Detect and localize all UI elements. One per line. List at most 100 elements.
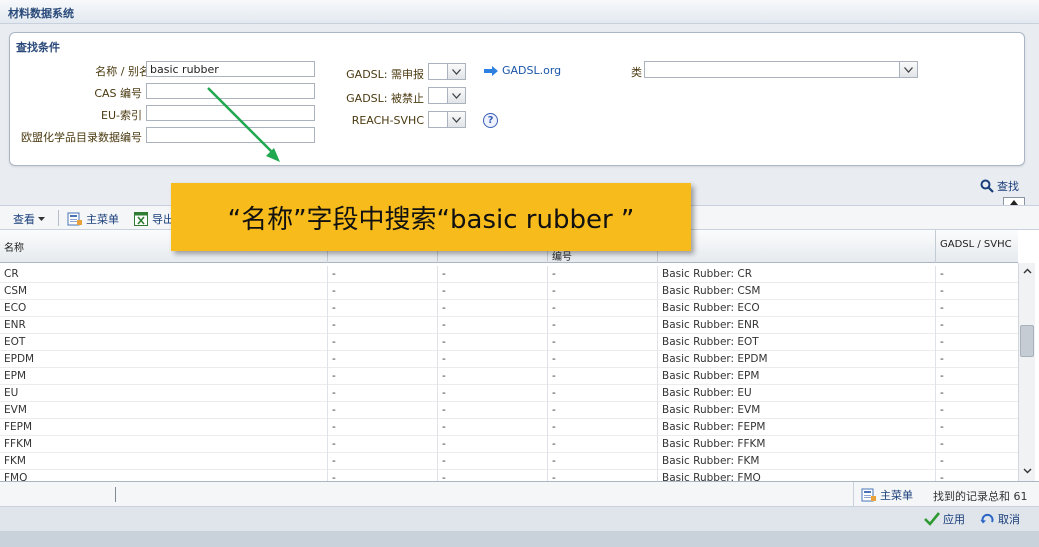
table-row[interactable]: FKM - - - Basic Rubber: FKM - (0, 453, 1018, 470)
grid-scrollbar[interactable] (1018, 263, 1035, 481)
gadsl-declarable-label: GADSL: 需申报 (346, 68, 424, 81)
table-cell: Basic Rubber: CR (658, 266, 936, 283)
table-cell: - (548, 317, 658, 334)
table-row[interactable]: EPM - - - Basic Rubber: EPM - (0, 368, 1018, 385)
table-cell: - (438, 385, 548, 402)
toolbar-divider (58, 210, 59, 226)
table-cell: Basic Rubber: EPDM (658, 351, 936, 368)
gadsl-declarable-select[interactable] (428, 63, 466, 80)
status-main-menu-label: 主菜单 (880, 489, 913, 502)
table-cell: - (328, 385, 438, 402)
window-bottom-strip (0, 531, 1039, 547)
undo-icon (980, 513, 994, 524)
table-row[interactable]: CSM - - - Basic Rubber: CSM - (0, 283, 1018, 300)
help-icon[interactable]: ? (483, 113, 498, 128)
search-panel: 查找条件 名称 / 别名 CAS 编号 EU-索引 欧盟化学品目录数据编号 GA… (9, 32, 1025, 166)
table-cell: CSM (0, 283, 328, 300)
table-row[interactable]: CR - - - Basic Rubber: CR - (0, 266, 1018, 283)
table-cell: - (548, 334, 658, 351)
table-row[interactable]: ECO - - - Basic Rubber: ECO - (0, 300, 1018, 317)
table-cell: FKM (0, 453, 328, 470)
table-row[interactable]: EVM - - - Basic Rubber: EVM - (0, 402, 1018, 419)
apply-button[interactable]: 应用 (924, 511, 965, 527)
table-row[interactable]: FFKM - - - Basic Rubber: FFKM - (0, 436, 1018, 453)
main-menu-label: 主菜单 (86, 213, 119, 226)
table-cell: - (548, 385, 658, 402)
table-cell: - (940, 319, 944, 331)
eu-index-label: EU-索引 (101, 109, 142, 122)
category-select[interactable] (644, 61, 918, 78)
chevron-down-icon (899, 62, 917, 77)
export-button[interactable]: 导出 (134, 211, 174, 227)
column-header-5[interactable] (658, 230, 936, 263)
table-cell: EPDM (0, 351, 328, 368)
table-row[interactable]: FMQ - - - Basic Rubber: FMQ - (0, 470, 1018, 482)
table-row[interactable]: EPDM - - - Basic Rubber: EPDM - (0, 351, 1018, 368)
table-cell: - (940, 438, 944, 450)
table-cell: EOT (0, 334, 328, 351)
scrollbar-thumb[interactable] (1020, 325, 1034, 357)
table-cell: - (328, 317, 438, 334)
table-cell: - (328, 351, 438, 368)
table-cell: CR (0, 266, 328, 283)
table-cell: - (438, 419, 548, 436)
table-cell: - (940, 268, 944, 280)
view-menu-label: 查看 (13, 213, 35, 226)
status-bar: 主菜单 找到的记录总和 61 (0, 482, 1039, 507)
table-row[interactable]: FEPM - - - Basic Rubber: FEPM - (0, 419, 1018, 436)
table-cell: - (548, 266, 658, 283)
table-cell: - (548, 283, 658, 300)
cancel-label: 取消 (998, 513, 1020, 526)
record-count-label: 找到的记录总和 (933, 490, 1010, 503)
table-cell: - (328, 436, 438, 453)
cas-number-label: CAS 编号 (94, 87, 142, 100)
main-menu-button[interactable]: 主菜单 (67, 211, 119, 227)
table-cell: - (328, 283, 438, 300)
table-cell: - (548, 402, 658, 419)
dialog-footer: 应用 取消 (0, 507, 1039, 531)
scroll-up-icon[interactable] (1023, 267, 1032, 276)
reach-svhc-select[interactable] (428, 111, 466, 128)
main-menu-icon (861, 488, 876, 502)
table-cell: - (438, 453, 548, 470)
table-cell: ENR (0, 317, 328, 334)
table-cell: - (548, 368, 658, 385)
table-cell: - (438, 334, 548, 351)
status-left-pane (4, 487, 116, 502)
gadsl-prohibited-label: GADSL: 被禁止 (346, 92, 424, 105)
chevron-down-icon (447, 88, 465, 103)
table-cell: Basic Rubber: EOT (658, 334, 936, 351)
table-cell: EVM (0, 402, 328, 419)
excel-export-icon (134, 212, 148, 226)
table-cell: - (438, 402, 548, 419)
column-header-gadsl-svhc[interactable]: GADSL / SVHC (936, 230, 1018, 263)
table-cell: Basic Rubber: EPM (658, 368, 936, 385)
table-cell: - (328, 419, 438, 436)
results-grid: 名称 编号 GADSL / SVHC CR - - - Basic Rubber: CR… (0, 230, 1039, 482)
view-menu[interactable]: 查看 (13, 211, 45, 227)
table-cell: FEPM (0, 419, 328, 436)
table-cell: Basic Rubber: FFKM (658, 436, 936, 453)
table-cell: - (548, 453, 658, 470)
table-cell: - (328, 453, 438, 470)
category-label: 类 (631, 66, 642, 79)
search-panel-title: 查找条件 (16, 41, 60, 54)
table-cell: - (438, 300, 548, 317)
gadsl-link[interactable]: GADSL.org (484, 64, 561, 77)
table-cell: ECO (0, 300, 328, 317)
search-icon (980, 179, 994, 193)
chevron-down-icon (38, 217, 45, 221)
table-row[interactable]: EOT - - - Basic Rubber: EOT - (0, 334, 1018, 351)
table-row[interactable]: EU - - - Basic Rubber: EU - (0, 385, 1018, 402)
table-cell: - (940, 472, 944, 482)
status-main-menu-button[interactable]: 主菜单 (861, 487, 913, 503)
cancel-button[interactable]: 取消 (980, 511, 1020, 527)
name-alias-input[interactable] (146, 61, 315, 77)
gadsl-prohibited-select[interactable] (428, 87, 466, 104)
scroll-down-icon[interactable] (1023, 466, 1032, 475)
table-cell: Basic Rubber: EVM (658, 402, 936, 419)
table-cell: - (548, 300, 658, 317)
find-button[interactable]: 查找 (980, 178, 1019, 194)
table-row[interactable]: ENR - - - Basic Rubber: ENR - (0, 317, 1018, 334)
table-cell: Basic Rubber: ECO (658, 300, 936, 317)
